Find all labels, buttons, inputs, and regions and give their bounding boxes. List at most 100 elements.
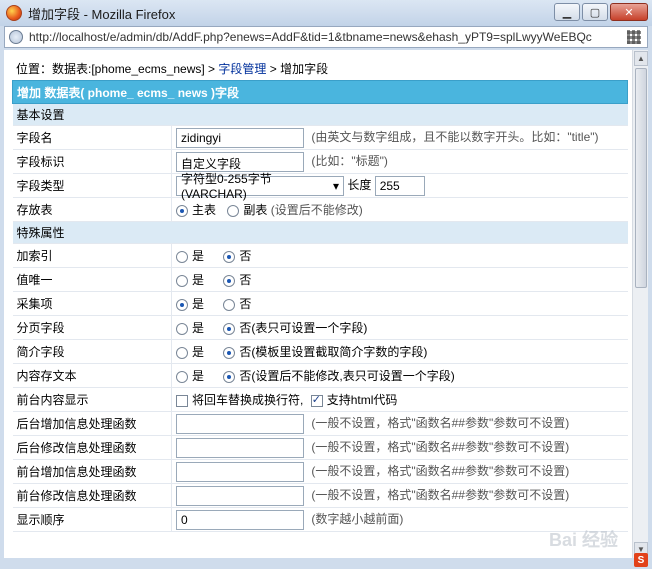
index-no-label: 否: [239, 249, 252, 263]
row-unique: 值唯一 是 否: [12, 267, 628, 292]
bg-add-func-input[interactable]: [176, 413, 304, 434]
unique-yes-label: 是: [192, 273, 205, 287]
collect-no-radio[interactable]: [223, 298, 236, 311]
order-hint: (数字越小越前面): [311, 511, 404, 526]
html-support-checkbox[interactable]: [310, 393, 323, 407]
qr-code-icon[interactable]: [627, 30, 641, 44]
length-input[interactable]: 255: [374, 175, 425, 196]
content-text-no-label: 否(设置后不能修改,表只可设置一个字段): [239, 369, 455, 383]
status-bar: S: [0, 553, 652, 569]
breadcrumb-prefix: 位置：数据表:[phome_ecms_news] >: [16, 62, 219, 76]
globe-icon: [9, 30, 23, 44]
fg-edit-func-input[interactable]: [176, 485, 304, 506]
section-basic: 基本设置: [12, 103, 628, 126]
breadcrumb: 位置：数据表:[phome_ecms_news] > 字段管理 > 增加字段: [16, 60, 328, 77]
section-basic-title: 基本设置: [12, 103, 628, 126]
length-label: 长度: [347, 177, 372, 192]
bg-add-func-hint: (一般不设置，格式"函数名##参数"参数可不设置): [311, 415, 570, 430]
paging-yes-radio[interactable]: [176, 322, 188, 335]
paging-no-radio[interactable]: [223, 322, 236, 335]
front-display-label: 前台内容显示: [12, 387, 172, 412]
store-sub-label: 副表: [243, 203, 268, 217]
window-titlebar: 增加字段 - Mozilla Firefox ▁ ▢ ✕: [0, 0, 652, 26]
index-yes-label: 是: [192, 249, 205, 263]
unique-no-label: 否: [239, 273, 252, 287]
close-button[interactable]: ✕: [610, 3, 648, 21]
nl-to-br-checkbox[interactable]: [176, 394, 188, 407]
content-text-no-radio[interactable]: [223, 370, 236, 383]
row-fg-edit-func: 前台修改信息处理函数 (一般不设置，格式"函数名##参数"参数可不设置): [12, 483, 628, 508]
fg-edit-func-label: 前台修改信息处理函数: [12, 483, 172, 508]
url-bar[interactable]: http://localhost/e/admin/db/AddF.php?ene…: [4, 26, 648, 48]
row-field-name: 字段名 zidingyi (由英文与数字组成，且不能以数字开头。比如："titl…: [12, 125, 628, 150]
field-ident-input[interactable]: 自定义字段: [176, 151, 304, 172]
row-content-text: 内容存文本 是 否(设置后不能修改,表只可设置一个字段): [12, 363, 628, 388]
row-intro: 简介字段 是 否(模板里设置截取简介字数的字段): [12, 339, 628, 364]
window-title: 增加字段 - Mozilla Firefox: [28, 6, 176, 22]
form-title: 增加 数据表( phome_ ecms_ news )字段: [12, 80, 628, 104]
field-name-input[interactable]: zidingyi: [176, 127, 304, 148]
index-yes-radio[interactable]: [176, 250, 188, 263]
intro-yes-radio[interactable]: [176, 346, 188, 359]
intro-label: 简介字段: [12, 339, 172, 364]
row-store-table: 存放表 主表 副表 (设置后不能修改): [12, 197, 628, 222]
minimize-button[interactable]: ▁: [554, 3, 580, 21]
breadcrumb-link-field-manage[interactable]: 字段管理: [218, 62, 266, 76]
scroll-up-icon[interactable]: ▲: [634, 51, 648, 66]
window-controls: ▁ ▢ ✕: [554, 3, 648, 21]
bg-edit-func-input[interactable]: [176, 437, 304, 458]
row-bg-add-func: 后台增加信息处理函数 (一般不设置，格式"函数名##参数"参数可不设置): [12, 411, 628, 436]
row-collect: 采集项 是 否: [12, 291, 628, 316]
store-table-label: 存放表: [12, 197, 172, 222]
firefox-icon: [6, 5, 22, 21]
nl-to-br-label: 将回车替换成换行符,: [192, 393, 304, 407]
paging-no-label: 否(表只可设置一个字段): [239, 321, 368, 335]
fg-edit-func-hint: (一般不设置，格式"函数名##参数"参数可不设置): [311, 487, 570, 502]
collect-yes-radio[interactable]: [176, 298, 188, 311]
field-ident-label: 字段标识: [12, 149, 172, 174]
unique-label: 值唯一: [12, 267, 172, 292]
scroll-thumb[interactable]: [635, 68, 647, 288]
unique-yes-radio[interactable]: [176, 274, 188, 287]
intro-no-label: 否(模板里设置截取简介字数的字段): [239, 345, 428, 359]
row-fg-add-func: 前台增加信息处理函数 (一般不设置，格式"函数名##参数"参数可不设置): [12, 459, 628, 484]
collect-yes-label: 是: [192, 297, 205, 311]
s5-icon[interactable]: S: [634, 553, 648, 567]
field-type-selected: 字符型0-255字节(VARCHAR): [181, 172, 272, 201]
index-label: 加索引: [12, 243, 172, 268]
paging-yes-label: 是: [192, 321, 205, 335]
intro-no-radio[interactable]: [223, 346, 236, 359]
store-main-radio[interactable]: [176, 204, 188, 217]
add-field-form: 增加 数据表( phome_ ecms_ news )字段 基本设置 字段名 z…: [12, 80, 628, 532]
fg-add-func-input[interactable]: [176, 461, 304, 482]
url-text[interactable]: http://localhost/e/admin/db/AddF.php?ene…: [29, 30, 619, 44]
unique-no-radio[interactable]: [223, 274, 236, 287]
content-text-yes-label: 是: [192, 369, 205, 383]
fg-add-func-hint: (一般不设置，格式"函数名##参数"参数可不设置): [311, 463, 570, 478]
index-no-radio[interactable]: [223, 250, 236, 263]
field-type-select[interactable]: 字符型0-255字节(VARCHAR) ▾: [176, 172, 344, 201]
order-input[interactable]: 0: [176, 509, 304, 530]
breadcrumb-suffix: > 增加字段: [266, 62, 329, 76]
content-text-yes-radio[interactable]: [176, 370, 188, 383]
bg-add-func-label: 后台增加信息处理函数: [12, 411, 172, 436]
maximize-button[interactable]: ▢: [582, 3, 608, 21]
row-bg-edit-func: 后台修改信息处理函数 (一般不设置，格式"函数名##参数"参数可不设置): [12, 435, 628, 460]
collect-no-label: 否: [239, 297, 252, 311]
store-sub-radio[interactable]: [227, 204, 240, 217]
field-name-hint: (由英文与数字组成，且不能以数字开头。比如："title"): [311, 129, 599, 144]
row-paging: 分页字段 是 否(表只可设置一个字段): [12, 315, 628, 340]
section-special: 特殊属性: [12, 221, 628, 244]
field-ident-hint: (比如："标题"): [311, 153, 388, 168]
row-field-type: 字段类型 字符型0-255字节(VARCHAR) ▾ 长度 255: [12, 172, 628, 201]
intro-yes-label: 是: [192, 345, 205, 359]
row-order: 显示顺序 0 (数字越小越前面): [12, 507, 628, 532]
order-label: 显示顺序: [12, 507, 172, 532]
vertical-scrollbar[interactable]: ▲ ▼: [632, 50, 648, 558]
watermark-logo: Bai 经验: [548, 530, 618, 550]
fg-add-func-label: 前台增加信息处理函数: [12, 459, 172, 484]
paging-label: 分页字段: [12, 315, 172, 340]
content-text-label: 内容存文本: [12, 363, 172, 388]
html-support-label: 支持html代码: [326, 393, 398, 407]
field-type-label: 字段类型: [12, 173, 172, 198]
